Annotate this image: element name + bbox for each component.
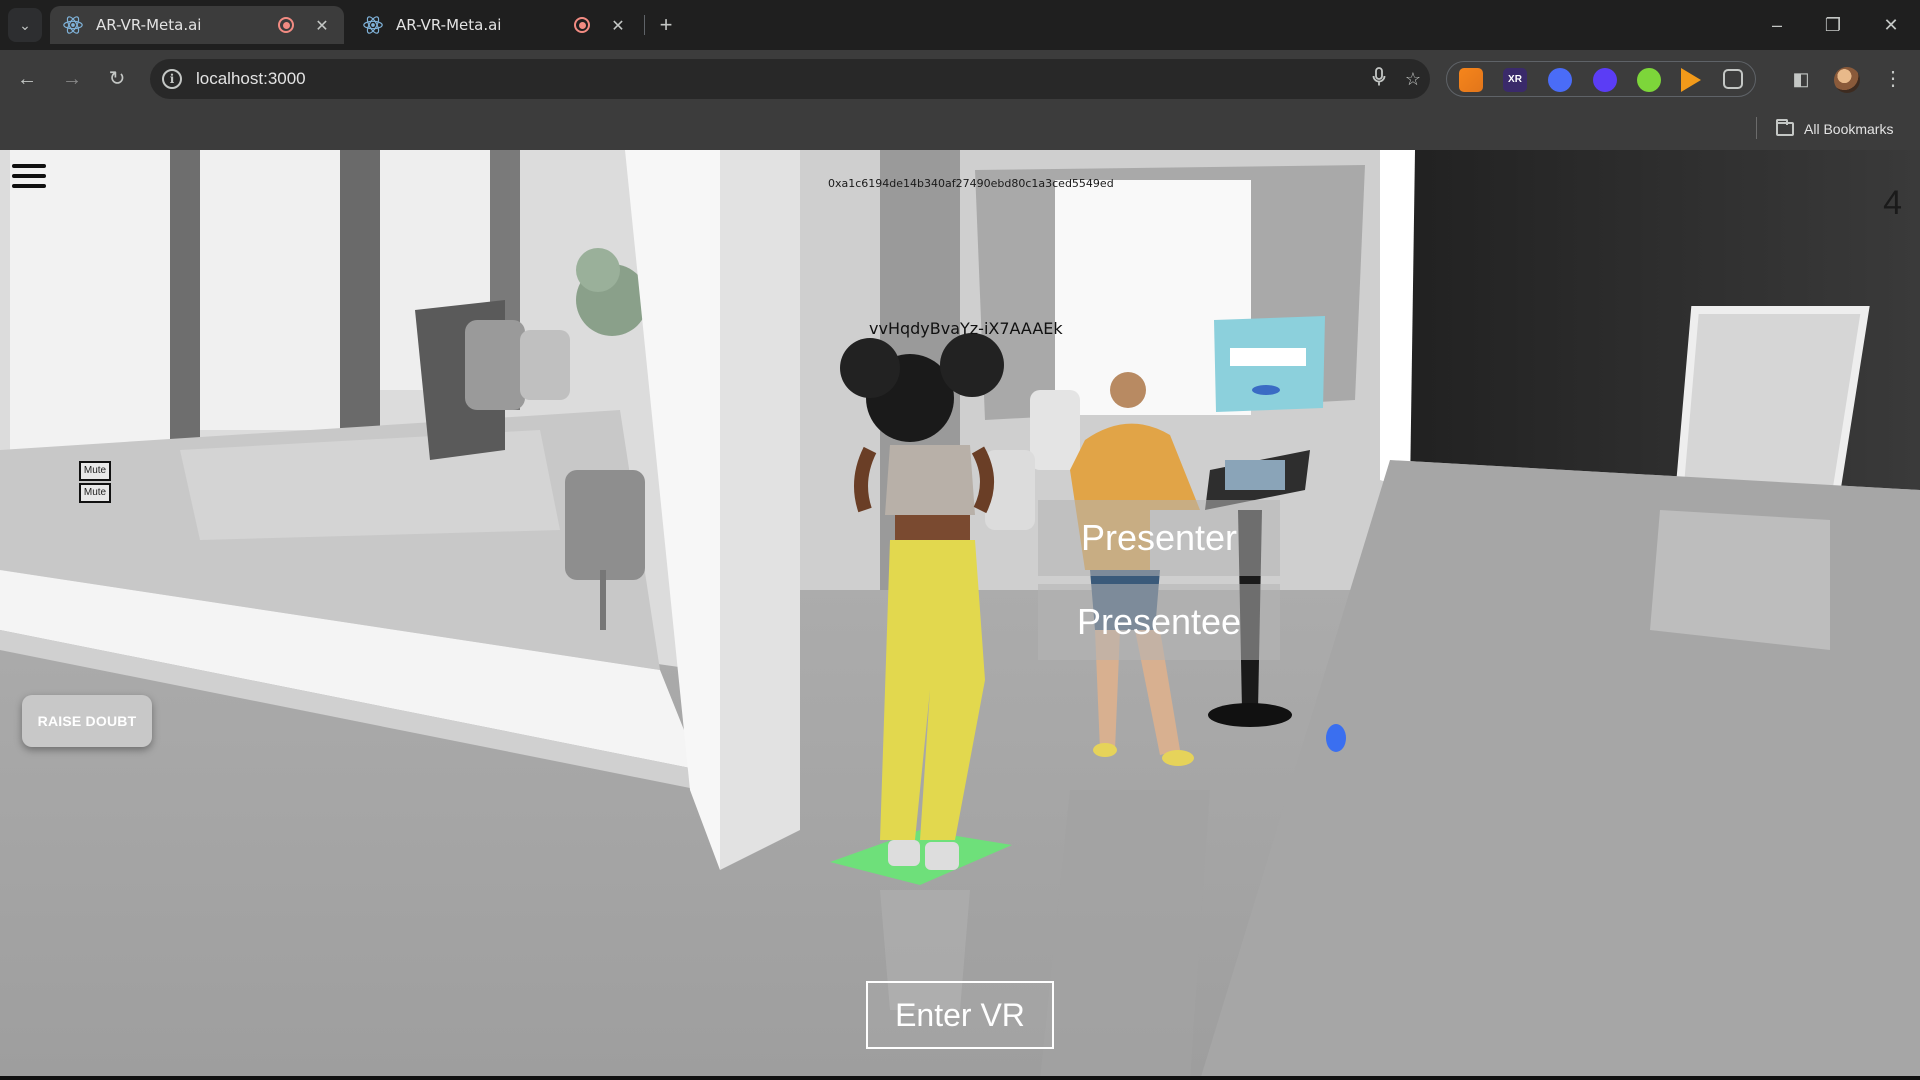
wallet-address: 0xa1c6194de14b340af27490ebd80c1a3ced5549… [828,177,1114,190]
bookmarks-bar: All Bookmarks [0,108,1920,150]
plus-icon[interactable]: + [652,10,680,40]
mute-button[interactable]: Mute [79,461,111,481]
more-vert-icon[interactable]: ⋮ [1876,62,1910,96]
vr-scene-viewport[interactable]: 0xa1c6194de14b340af27490ebd80c1a3ced5549… [0,150,1920,1080]
react-icon [63,16,83,34]
all-bookmarks-button[interactable]: All Bookmarks [1776,116,1893,142]
play-extension-icon[interactable] [1681,68,1701,92]
tab-title: AR-VR-Meta.ai [396,16,502,34]
mute-button[interactable]: Mute [79,483,111,503]
presentee-button[interactable]: Presentee [1038,584,1280,660]
browser-tab-bar: ⌄ AR-VR-Meta.ai ✕ AR-VR-Meta.ai ✕ + – ❐ … [0,0,1920,50]
raise-doubt-button[interactable]: RAISE DOUBT [22,695,152,747]
reload-icon[interactable]: ↻ [100,62,134,96]
address-bar[interactable]: i localhost:3000 ☆ [150,59,1430,99]
info-icon[interactable]: i [162,69,182,89]
enter-vr-button[interactable]: Enter VR [866,981,1054,1049]
user-count: 4 [1883,184,1902,222]
all-bookmarks-label: All Bookmarks [1804,121,1894,137]
tab-divider [644,15,645,35]
menu-hamburger-icon[interactable] [12,164,46,194]
forward-arrow-icon[interactable]: → [55,62,89,96]
extensions-group: XR [1446,61,1756,97]
recording-icon [278,17,294,33]
restore-icon[interactable]: ❐ [1810,8,1856,42]
chevron-down-icon: ⌄ [19,16,31,33]
close-icon[interactable]: ✕ [312,16,332,35]
presenter-button[interactable]: Presenter [1038,500,1280,576]
bookmark-star-icon[interactable]: ☆ [1396,69,1430,90]
minimize-icon[interactable]: – [1754,8,1800,42]
scene-canvas[interactable] [0,150,1920,1080]
avatar[interactable] [1834,67,1860,93]
peer-id-label: vvHqdyBvaYz-iX7AAAEk [869,319,1063,338]
metamask-extension-icon[interactable] [1459,68,1483,92]
side-panel-icon[interactable]: ◧ [1784,62,1818,96]
back-arrow-icon[interactable]: ← [10,62,44,96]
xr-extension-icon[interactable]: XR [1503,68,1527,92]
tab-title: AR-VR-Meta.ai [96,16,202,34]
react-icon [363,16,383,34]
close-icon[interactable]: ✕ [608,16,628,35]
recording-icon [574,17,590,33]
bookmarks-divider [1756,117,1757,139]
microphone-icon[interactable] [1362,66,1396,92]
tab-inactive[interactable]: AR-VR-Meta.ai ✕ [350,6,640,44]
browser-toolbar: ← → ↻ i localhost:3000 ☆ XR ◧ ⋮ [0,50,1920,108]
tab-search-button[interactable]: ⌄ [8,8,42,42]
tab-active[interactable]: AR-VR-Meta.ai ✕ [50,6,344,44]
extension-icon[interactable] [1593,68,1617,92]
extension-icon[interactable] [1637,68,1661,92]
extension-icon[interactable] [1548,68,1572,92]
url-text[interactable]: localhost:3000 [196,69,1362,89]
puzzle-icon[interactable] [1723,69,1743,89]
window-close-icon[interactable]: ✕ [1868,8,1914,42]
folder-icon [1776,119,1794,136]
